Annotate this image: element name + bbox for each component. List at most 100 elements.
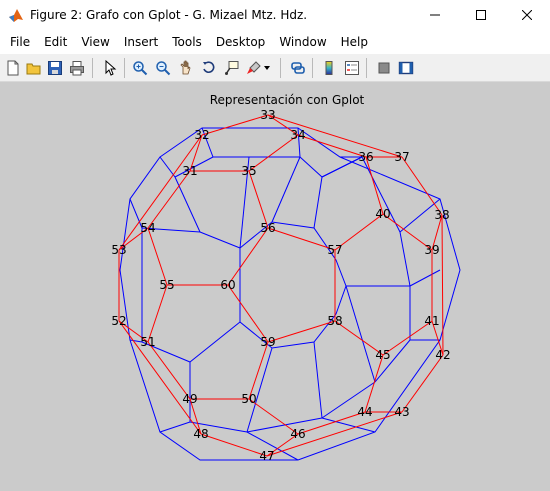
node-label-55: 55 — [159, 278, 174, 292]
red-edge-54-31 — [147, 170, 191, 229]
matlab-icon — [9, 9, 23, 22]
red-edge-35-56 — [248, 170, 269, 229]
rotate-3d-icon — [203, 61, 215, 73]
node-label-59: 59 — [260, 335, 275, 349]
open-file-icon — [26, 63, 41, 75]
node-label-54: 54 — [140, 221, 155, 235]
colorbar-button[interactable] — [318, 57, 340, 79]
menu-view[interactable]: View — [74, 30, 116, 54]
node-label-50: 50 — [241, 392, 256, 406]
blue-edge — [189, 321, 241, 363]
minimize-button[interactable] — [412, 0, 458, 30]
show-plot-tools-button[interactable] — [395, 57, 417, 79]
menu-insert[interactable]: Insert — [117, 30, 165, 54]
toolbar-separator — [280, 58, 281, 78]
menu-window[interactable]: Window — [272, 30, 333, 54]
window-titlebar: Figure 2: Grafo con Gplot - G. Mizael Mt… — [0, 0, 550, 30]
node-label-38: 38 — [434, 208, 449, 222]
hide-plot-tools-button[interactable] — [373, 57, 395, 79]
node-label-57: 57 — [327, 243, 342, 257]
open-file-button[interactable] — [23, 57, 45, 79]
node-label-52: 52 — [111, 314, 126, 328]
brush-icon — [247, 61, 261, 74]
zoom-in-icon — [133, 61, 148, 76]
menu-help[interactable]: Help — [334, 30, 375, 54]
window-controls — [412, 0, 550, 30]
node-label-36: 36 — [358, 150, 373, 164]
data-cursor-button[interactable] — [221, 57, 243, 79]
graph-plot[interactable]: 31 32 33 34 35 36 37 38 39 40 41 42 43 44 45 46 47 48 49 50… — [0, 82, 550, 491]
red-edge-33-37 — [267, 114, 403, 158]
rotate-3d-button[interactable] — [198, 57, 220, 79]
pan-button[interactable] — [175, 57, 197, 79]
toolbar-separator — [92, 58, 93, 78]
new-figure-button[interactable] — [2, 57, 24, 79]
blue-edge — [159, 156, 176, 178]
maximize-button[interactable] — [458, 0, 504, 30]
red-edge-32-33 — [201, 114, 269, 136]
pan-icon — [180, 60, 191, 75]
red-edge-48-52 — [118, 320, 202, 435]
menu-desktop[interactable]: Desktop — [209, 30, 273, 54]
new-figure-icon — [7, 60, 19, 76]
red-edge-53-32 — [118, 134, 203, 251]
node-label-47: 47 — [259, 449, 274, 463]
node-label-41: 41 — [424, 314, 439, 328]
data-cursor-icon — [225, 61, 239, 75]
minimize-icon — [430, 14, 440, 16]
node-label-31: 31 — [182, 164, 197, 178]
zoom-out-button[interactable] — [152, 57, 174, 79]
menu-file[interactable]: File — [3, 30, 37, 54]
red-edge-44-46 — [297, 411, 366, 435]
edit-plot-icon — [105, 60, 117, 76]
brush-dropdown-button[interactable] — [262, 57, 272, 79]
node-label-53: 53 — [111, 243, 126, 257]
node-label-56: 56 — [260, 221, 275, 235]
edit-plot-button[interactable] — [99, 57, 121, 79]
red-edge-59-60 — [227, 284, 269, 343]
node-label-48: 48 — [193, 427, 208, 441]
blue-edge — [313, 176, 323, 229]
toolbar-separator — [124, 58, 125, 78]
red-edge-34-36 — [297, 134, 367, 158]
toolbar-separator — [366, 58, 367, 78]
blue-edge — [174, 176, 201, 233]
node-label-46: 46 — [290, 427, 305, 441]
red-edge-42-43 — [401, 354, 444, 413]
figure-toolbar — [0, 54, 550, 82]
menu-edit[interactable]: Edit — [37, 30, 74, 54]
node-label-45: 45 — [375, 348, 390, 362]
toolbar-separator — [312, 58, 313, 78]
node-label-40: 40 — [375, 207, 390, 221]
menu-tools[interactable]: Tools — [165, 30, 209, 54]
legend-icon — [345, 61, 359, 75]
blue-edge — [199, 231, 241, 249]
hide-plot-tools-icon — [378, 62, 390, 74]
node-label-34: 34 — [290, 128, 305, 142]
save-button[interactable] — [44, 57, 66, 79]
print-icon — [70, 61, 84, 76]
node-label-35: 35 — [241, 164, 256, 178]
blue-edge — [399, 231, 411, 287]
blue-edge — [246, 347, 273, 433]
red-edge-43-47 — [266, 411, 403, 457]
node-label-51: 51 — [140, 335, 155, 349]
colorbar-icon — [325, 61, 333, 75]
node-label-39: 39 — [424, 243, 439, 257]
zoom-in-button[interactable] — [129, 57, 151, 79]
node-label-37: 37 — [394, 150, 409, 164]
blue-edge — [345, 285, 376, 383]
figure-canvas[interactable]: Representación con Gplot 31 32 33 34 35 36 37 3… — [0, 82, 550, 491]
red-edge-58-59 — [267, 320, 336, 343]
node-label-43: 43 — [394, 405, 409, 419]
chevron-down-icon — [264, 66, 270, 70]
blue-edge — [409, 269, 441, 287]
link-plot-icon — [291, 62, 305, 74]
legend-button[interactable] — [341, 57, 363, 79]
blue-edge — [313, 341, 323, 419]
print-button[interactable] — [66, 57, 88, 79]
red-edge-60-56 — [227, 227, 269, 286]
close-button[interactable] — [504, 0, 550, 30]
link-plot-button[interactable] — [287, 57, 309, 79]
red-edge-55-51 — [147, 284, 168, 343]
